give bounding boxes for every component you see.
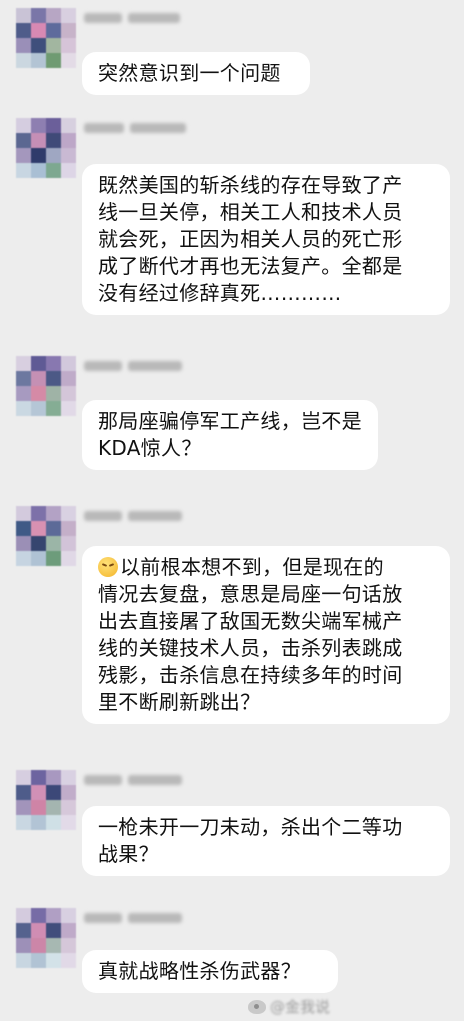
weibo-icon [248, 999, 266, 1014]
message-text-line: KDA惊人？ [98, 436, 202, 460]
message-text-line: 成了断代才再也无法复产。全都是 [98, 254, 403, 278]
awkward-face-emoji-icon [98, 557, 118, 577]
avatar[interactable] [16, 356, 76, 416]
message-text-line: 出去直接屠了敌国无数尖端军械产 [98, 609, 403, 633]
message-bubble: 既然美国的斩杀线的存在导致了产 线一旦关停，相关工人和技术人员 就会死，正因为相… [82, 164, 450, 315]
message-text-line: 线一旦关停，相关工人和技术人员 [98, 200, 403, 224]
message-text-line: 真就战略性杀伤武器？ [98, 959, 301, 983]
avatar[interactable] [16, 118, 76, 178]
sender-name [84, 10, 180, 26]
sender-name [84, 508, 182, 524]
message-text-line: 一枪未开一刀未动，杀出个二等功 [98, 815, 403, 839]
message-bubble: 真就战略性杀伤武器？ [82, 950, 338, 993]
message-text-line: 里不断刷新跳出？ [98, 690, 261, 714]
avatar[interactable] [16, 908, 76, 968]
avatar[interactable] [16, 506, 76, 566]
weibo-watermark: @金我说 [248, 996, 330, 1017]
sender-name [84, 358, 182, 374]
message-text-line: 以前根本想不到，但是现在的 [98, 554, 434, 581]
sender-name [84, 120, 186, 136]
avatar[interactable] [16, 770, 76, 830]
message-text-line: 突然意识到一个问题 [98, 61, 281, 85]
avatar[interactable] [16, 8, 76, 68]
message-bubble: 突然意识到一个问题 [82, 52, 310, 95]
sender-name [84, 910, 182, 926]
watermark-handle: @金我说 [270, 998, 331, 1016]
message-text-line: 残影，击杀信息在持续多年的时间 [98, 663, 403, 687]
message-text-line: 那局座骗停军工产线，岂不是 [98, 409, 362, 433]
message-text-line: 情况去复盘，意思是局座一句话放 [98, 582, 403, 606]
message-bubble: 以前根本想不到，但是现在的 情况去复盘，意思是局座一句话放 出去直接屠了敌国无数… [82, 546, 450, 724]
message-text-line: 没有经过修辞真死………… [98, 281, 342, 305]
message-text-line: 就会死，正因为相关人员的死亡形 [98, 227, 403, 251]
message-bubble: 那局座骗停军工产线，岂不是 KDA惊人？ [82, 400, 378, 470]
message-bubble: 一枪未开一刀未动，杀出个二等功 战果？ [82, 806, 450, 876]
message-text-line: 战果？ [98, 842, 159, 866]
message-text-line: 线的关键技术人员，击杀列表跳成 [98, 636, 403, 660]
sender-name [84, 772, 182, 788]
chat-conversation: 突然意识到一个问题 既然美国的斩杀线的存在导致了产 线一旦关停，相关工人和技术人… [0, 0, 464, 1021]
message-text-line: 既然美国的斩杀线的存在导致了产 [98, 173, 403, 197]
